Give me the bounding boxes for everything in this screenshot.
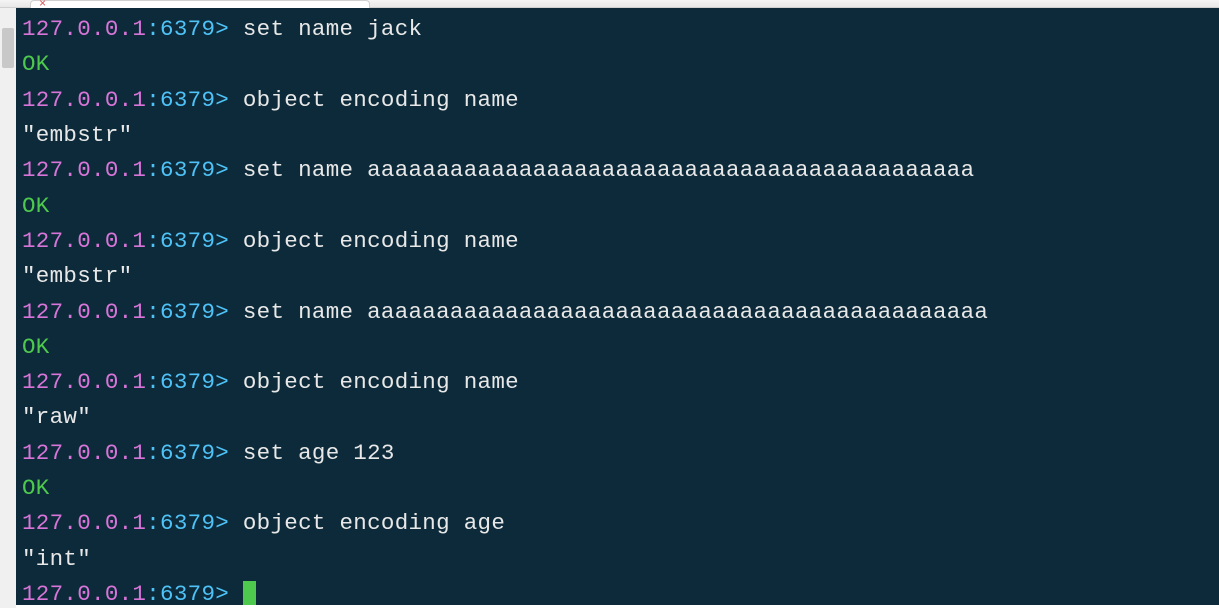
terminal-line: 127.0.0.1:6379> [22,577,1213,605]
ok-response: OK [22,51,50,77]
command-text: object encoding name [243,87,519,113]
command-text: set name jack [243,16,422,42]
prompt-ip: 127.0.0.1 [22,228,146,254]
terminal-line: OK [22,330,1213,365]
command-text: set name aaaaaaaaaaaaaaaaaaaaaaaaaaaaaaa… [243,157,975,183]
prompt-port: 6379> [160,16,243,42]
prompt-separator: : [146,369,160,395]
terminal-line: OK [22,471,1213,506]
scrollbar-thumb[interactable] [2,28,14,68]
command-text: object encoding name [243,369,519,395]
prompt-port: 6379> [160,87,243,113]
prompt-port: 6379> [160,299,243,325]
result-text: "int" [22,546,91,572]
terminal-line: 127.0.0.1:6379> set name aaaaaaaaaaaaaaa… [22,295,1213,330]
terminal-line: "int" [22,542,1213,577]
prompt-separator: : [146,87,160,113]
terminal-line: 127.0.0.1:6379> object encoding name [22,224,1213,259]
prompt-separator: : [146,581,160,605]
ok-response: OK [22,475,50,501]
prompt-separator: : [146,228,160,254]
prompt-separator: : [146,16,160,42]
prompt-ip: 127.0.0.1 [22,157,146,183]
prompt-ip: 127.0.0.1 [22,87,146,113]
prompt-port: 6379> [160,228,243,254]
command-text: object encoding name [243,228,519,254]
prompt-ip: 127.0.0.1 [22,510,146,536]
prompt-ip: 127.0.0.1 [22,440,146,466]
tab-bar: × [0,0,1219,8]
command-text: set name aaaaaaaaaaaaaaaaaaaaaaaaaaaaaaa… [243,299,988,325]
prompt-ip: 127.0.0.1 [22,299,146,325]
prompt-ip: 127.0.0.1 [22,581,146,605]
terminal-line: "raw" [22,400,1213,435]
terminal-line: 127.0.0.1:6379> set age 123 [22,436,1213,471]
terminal-line: "embstr" [22,259,1213,294]
terminal-line: "embstr" [22,118,1213,153]
prompt-port: 6379> [160,369,243,395]
prompt-separator: : [146,299,160,325]
prompt-separator: : [146,157,160,183]
terminal-line: 127.0.0.1:6379> object encoding name [22,365,1213,400]
ok-response: OK [22,334,50,360]
terminal-line: 127.0.0.1:6379> set name aaaaaaaaaaaaaaa… [22,153,1213,188]
terminal-tab[interactable]: × [30,0,370,8]
terminal-line: OK [22,189,1213,224]
prompt-port: 6379> [160,510,243,536]
close-icon[interactable]: × [39,0,53,11]
command-text: object encoding age [243,510,505,536]
ok-response: OK [22,193,50,219]
prompt-separator: : [146,510,160,536]
result-text: "embstr" [22,122,132,148]
terminal-output[interactable]: 127.0.0.1:6379> set name jackOK127.0.0.1… [16,8,1219,605]
terminal-line: OK [22,47,1213,82]
scrollbar-track[interactable] [0,8,16,608]
command-text: set age 123 [243,440,395,466]
prompt-port: 6379> [160,581,243,605]
terminal-line: 127.0.0.1:6379> object encoding age [22,506,1213,541]
terminal-line: 127.0.0.1:6379> set name jack [22,12,1213,47]
prompt-ip: 127.0.0.1 [22,16,146,42]
prompt-separator: : [146,440,160,466]
result-text: "embstr" [22,263,132,289]
terminal-line: 127.0.0.1:6379> object encoding name [22,83,1213,118]
cursor [243,581,256,605]
result-text: "raw" [22,404,91,430]
prompt-port: 6379> [160,440,243,466]
prompt-ip: 127.0.0.1 [22,369,146,395]
prompt-port: 6379> [160,157,243,183]
